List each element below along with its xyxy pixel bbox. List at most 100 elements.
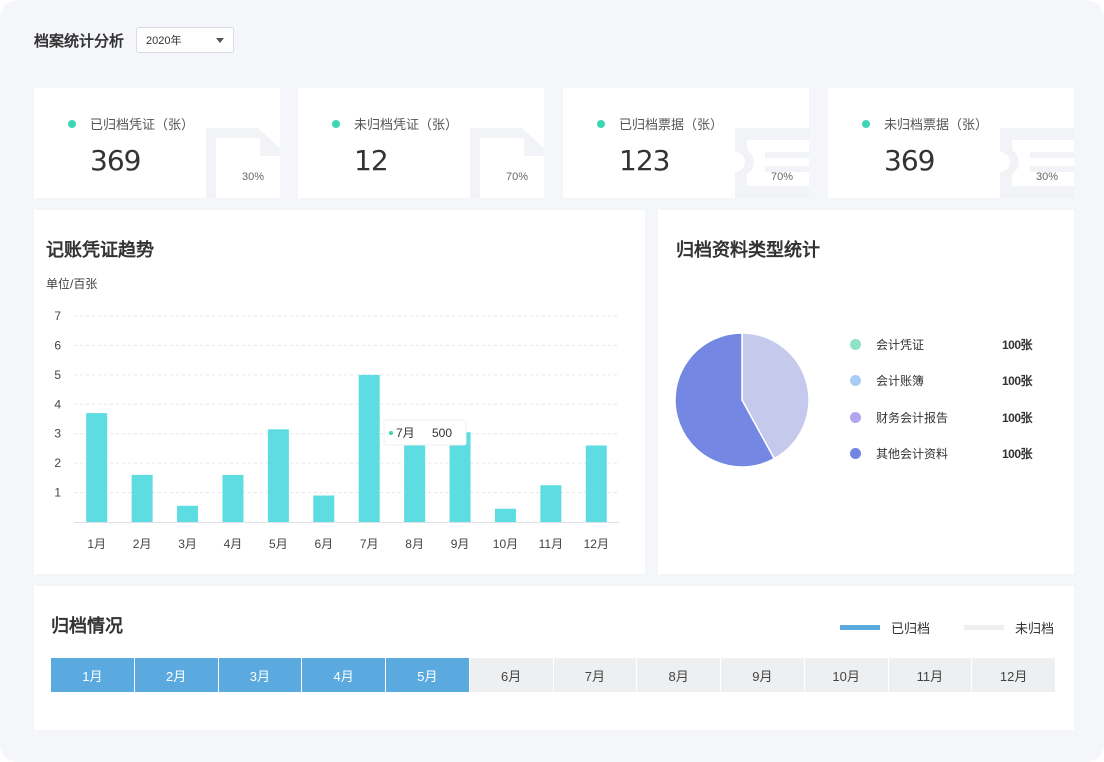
page-header: 档案统计分析 2020年 — [34, 26, 235, 54]
stat-percent: 30% — [1035, 171, 1058, 183]
voucher-trend-panel: 记账凭证趋势 单位/百张 1 2 3 4 5 6 7 1月 2月 3月 4月 5月 6月 7月 8月 9月 10… — [34, 210, 645, 574]
x-tick-label: 5月 — [269, 537, 288, 551]
bar — [131, 474, 153, 522]
stat-percent: 70% — [770, 171, 793, 183]
legend-bar-icon — [964, 625, 1004, 630]
stat-value: 123 — [619, 144, 670, 177]
legend-bar-icon — [840, 625, 880, 630]
month-cell[interactable]: 12月 — [972, 658, 1055, 692]
month-cell[interactable]: 9月 — [721, 658, 804, 692]
legend-archived: 已归档 — [840, 618, 930, 637]
legend-dot-icon — [850, 374, 861, 386]
legend-name: 会计凭证 — [876, 337, 925, 352]
archive-type-panel: 归档资料类型统计 会计凭证 100张 会计账簿 100张 财务会计报告 100张… — [658, 210, 1074, 574]
month-cell[interactable]: 2月 — [134, 658, 218, 692]
archive-title: 归档情况 — [51, 616, 123, 636]
stat-card-unarchived-bills: 未归档票据（张） 369 30% — [828, 88, 1074, 198]
x-tick-label: 3月 — [178, 537, 197, 551]
dashboard-frame: 档案统计分析 2020年 已归档凭证（张） 369 30% 未归档凭证（张） 1… — [0, 0, 1104, 762]
y-tick-label: 7 — [54, 309, 61, 323]
stat-card-unarchived-vouchers: 未归档凭证（张） 12 70% — [298, 88, 544, 198]
stat-label: 未归档凭证（张） — [354, 117, 459, 132]
caret-down-icon — [216, 37, 225, 43]
legend-value: 100张 — [1002, 337, 1033, 352]
y-tick-label: 1 — [54, 486, 61, 500]
bar — [177, 505, 199, 522]
bar — [313, 495, 335, 522]
status-dot-icon — [332, 119, 340, 128]
month-cell[interactable]: 1月 — [51, 658, 134, 692]
stat-label: 未归档票据（张） — [884, 117, 989, 132]
bar — [222, 474, 244, 522]
document-watermark-icon — [470, 128, 544, 198]
legend-unarchived: 未归档 — [964, 618, 1054, 637]
trend-bar-chart: 1 2 3 4 5 6 7 1月 2月 3月 4月 5月 6月 7月 8月 9月 10月 11月 12月 7月 500 — [54, 309, 619, 551]
legend-name: 会计账簿 — [876, 373, 925, 388]
year-select[interactable]: 2020年 — [136, 27, 235, 53]
legend-item: 其他会计资料 100张 — [850, 443, 1040, 463]
month-cell[interactable]: 10月 — [804, 658, 888, 692]
legend-dot-icon — [850, 411, 861, 423]
legend-value: 100张 — [1002, 446, 1033, 461]
y-tick-label: 5 — [54, 368, 61, 382]
bar — [494, 508, 516, 522]
bar — [540, 485, 562, 522]
x-tick-label: 9月 — [451, 537, 470, 551]
bar — [449, 432, 471, 522]
y-tick-label: 2 — [54, 456, 61, 470]
tooltip-dot-icon — [389, 431, 393, 435]
legend-item: 会计账簿 100张 — [850, 370, 1040, 390]
bar — [585, 445, 607, 522]
page-title: 档案统计分析 — [34, 32, 125, 50]
x-tick-label: 10月 — [493, 537, 518, 551]
legend-name: 其他会计资料 — [876, 446, 949, 461]
y-tick-label: 4 — [54, 397, 61, 411]
status-dot-icon — [68, 119, 76, 128]
x-tick-label: 8月 — [405, 537, 424, 551]
legend-value: 100张 — [1002, 373, 1033, 388]
stat-percent: 70% — [505, 171, 528, 183]
status-dot-icon — [597, 119, 605, 128]
month-cell[interactable]: 7月 — [553, 658, 637, 692]
stat-card-archived-vouchers: 已归档凭证（张） 369 30% — [34, 88, 280, 198]
legend-name: 财务会计报告 — [876, 410, 949, 425]
bar — [86, 413, 108, 522]
status-dot-icon — [862, 119, 870, 128]
x-tick-label: 12月 — [584, 537, 609, 551]
types-title: 归档资料类型统计 — [676, 240, 820, 260]
stat-value: 369 — [90, 144, 141, 177]
month-strip: 1月 2月 3月 4月 5月 6月 7月 8月 9月 10月 11月 12月 — [51, 658, 1055, 692]
x-tick-label: 11月 — [539, 537, 563, 551]
legend-dot-icon — [850, 447, 861, 459]
stat-value: 369 — [884, 144, 935, 177]
legend-value: 100张 — [1002, 410, 1033, 425]
x-tick-label: 7月 — [360, 537, 379, 551]
x-tick-label: 4月 — [224, 537, 243, 551]
ticket-watermark-icon — [735, 128, 809, 198]
legend-unarchived-label: 未归档 — [1015, 621, 1055, 636]
tooltip-month: 7月 — [396, 426, 415, 440]
month-cell[interactable]: 6月 — [469, 658, 553, 692]
type-pie-chart — [674, 332, 810, 468]
stat-label: 已归档凭证（张） — [90, 117, 195, 132]
legend-item: 会计凭证 100张 — [850, 334, 1040, 354]
month-cell[interactable]: 3月 — [218, 658, 302, 692]
stat-card-archived-bills: 已归档票据（张） 123 70% — [563, 88, 809, 198]
y-tick-label: 3 — [54, 427, 61, 441]
x-tick-label: 2月 — [133, 537, 152, 551]
tooltip-value: 500 — [432, 426, 452, 440]
legend-dot-icon — [850, 338, 861, 350]
stat-percent: 30% — [241, 171, 264, 183]
stat-value: 12 — [354, 144, 389, 177]
x-tick-label: 1月 — [87, 537, 106, 551]
year-select-value: 2020年 — [146, 35, 182, 47]
archive-status-panel: 归档情况 已归档 未归档 1月 2月 3月 4月 5月 6月 7月 8月 9月 10月 11月 12月 — [34, 586, 1074, 730]
month-cell[interactable]: 8月 — [637, 658, 720, 692]
month-cell[interactable]: 4月 — [302, 658, 385, 692]
month-cell[interactable]: 5月 — [386, 658, 469, 692]
bar — [358, 374, 380, 522]
x-tick-label: 6月 — [314, 537, 333, 551]
document-watermark-icon — [206, 128, 280, 198]
bar — [267, 429, 289, 522]
month-cell[interactable]: 11月 — [888, 658, 972, 692]
